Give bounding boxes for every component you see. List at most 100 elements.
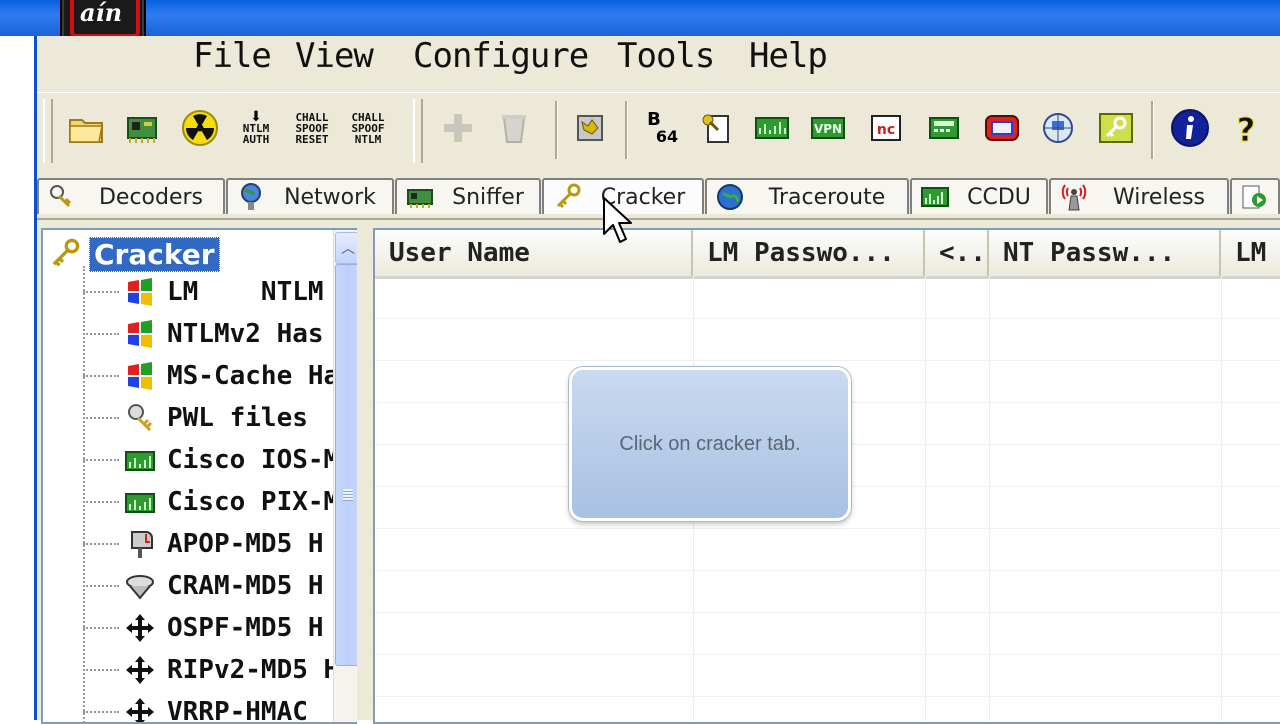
tree-item-ms-cache[interactable]: MS-Cache Ha: [83, 356, 339, 396]
toolbar-grip-2[interactable]: [413, 99, 423, 163]
add-button[interactable]: [435, 105, 481, 151]
menu-bar: File View Configure Tools Help: [37, 36, 1280, 88]
tree-item-ospf[interactable]: OSPF-MD5 H: [83, 608, 324, 648]
svg-text:nc: nc: [877, 122, 895, 138]
tree-item-apop[interactable]: APOP-MD5 H: [83, 524, 324, 564]
tree-item-label: Cisco IOS-MI: [167, 445, 355, 475]
graph-green-icon: [755, 117, 789, 139]
tree-item-cisco-pix[interactable]: Cisco PIX-MI: [83, 482, 355, 522]
grid-row-line: [375, 318, 1280, 319]
callout-text: Click on cracker tab.: [619, 432, 801, 455]
chall-reset-line2: SPOOF: [295, 121, 329, 135]
chall-ntlm-line3: NTLM: [354, 132, 382, 146]
rdp-button[interactable]: [979, 105, 1025, 151]
ntlm-auth-line2: AUTH: [242, 133, 270, 146]
tab-traceroute[interactable]: Traceroute: [705, 178, 909, 214]
tree-item-label: MS-Cache Ha: [167, 361, 340, 391]
tab-ccdu[interactable]: CCDU: [910, 178, 1048, 214]
network-card-icon: [127, 117, 157, 143]
scroll-up-button[interactable]: ︿: [335, 232, 357, 264]
start-sniffer-button[interactable]: [119, 105, 165, 151]
tree-item-label: CRAM-MD5 H: [167, 571, 324, 601]
radiation-icon: [182, 110, 218, 146]
globe-trace-icon: [713, 181, 747, 213]
tree-item-cram[interactable]: CRAM-MD5 H: [83, 566, 324, 606]
open-folder-button[interactable]: [63, 105, 109, 151]
grid-column-line: [989, 276, 990, 722]
hash-calculator-button[interactable]: [693, 105, 739, 151]
tab-sniffer[interactable]: Sniffer: [395, 178, 541, 214]
grid-row-line: [375, 696, 1280, 697]
grid-row-line: [375, 654, 1280, 655]
play-doc-icon: [1238, 181, 1270, 213]
windows-flag-icon: [123, 317, 157, 351]
scroll-thumb[interactable]: [335, 264, 357, 666]
question-icon: ?: [1236, 111, 1256, 149]
menu-configure[interactable]: Configure: [413, 36, 589, 76]
menu-help[interactable]: Help: [749, 36, 828, 76]
tree-item-ntlmv2[interactable]: NTLMv2 Has: [83, 314, 324, 354]
chall-spoof-ntlm-button[interactable]: CHALL SPOOF NTLM: [345, 105, 391, 151]
col-nt-password[interactable]: NT Passw...: [989, 230, 1221, 276]
graph-green-icon: [918, 181, 952, 213]
toolbar-separator: [555, 101, 558, 159]
col-user-name[interactable]: User Name: [375, 230, 693, 276]
network-tool-button[interactable]: [1035, 105, 1081, 151]
cisco-type7-button[interactable]: [749, 105, 795, 151]
remove-button[interactable]: [491, 105, 537, 151]
ntlm-auth-button[interactable]: ⬇ NTLM AUTH: [233, 105, 279, 151]
menu-view[interactable]: View: [295, 36, 374, 76]
tree-root[interactable]: Cracker: [47, 234, 220, 274]
grid-row-line: [375, 570, 1280, 571]
tree-item-pwl[interactable]: PWL files C: [83, 398, 355, 438]
apr-button[interactable]: [177, 105, 223, 151]
tab-network[interactable]: Network: [226, 178, 394, 214]
tree-item-label: RIPv2-MD5 H: [167, 655, 340, 685]
monitor-icon: [985, 115, 1019, 141]
tree-item-lm-ntlm[interactable]: LM NTLM H: [83, 272, 355, 312]
help-button[interactable]: ?: [1223, 105, 1269, 151]
vpn-button[interactable]: VPN: [805, 105, 851, 151]
col-lm-password[interactable]: LM Passwo...: [693, 230, 925, 276]
vpn-icon: VPN: [811, 117, 845, 139]
wordlist-button[interactable]: [567, 105, 613, 151]
password-decoder-button[interactable]: [1093, 105, 1139, 151]
chall-spoof-reset-button[interactable]: CHALL SPOOF RESET: [289, 105, 335, 151]
vnc-button[interactable]: nc: [863, 105, 909, 151]
tree-scrollbar[interactable]: ︿: [333, 230, 357, 722]
graph-green-icon: [123, 443, 157, 477]
recycle-bin-icon: [502, 115, 526, 143]
col-lm-hash[interactable]: LM: [1221, 230, 1280, 276]
move-arrows-icon: [123, 653, 157, 687]
b64-64: 64: [655, 127, 679, 146]
svg-text:?: ?: [1237, 111, 1256, 148]
tab-decoders[interactable]: Decoders: [37, 178, 225, 214]
menu-file[interactable]: File: [193, 36, 272, 76]
tree-item-vrrp[interactable]: VRRP-HMAC: [83, 692, 308, 722]
chip-icon: [577, 115, 603, 141]
col-lm-short[interactable]: <...: [925, 230, 989, 276]
antenna-icon: [1057, 181, 1091, 213]
menu-tools[interactable]: Tools: [617, 36, 715, 76]
key-icon: [550, 181, 584, 213]
toolbar-grip[interactable]: [43, 99, 53, 163]
toolbar-separator-2: [625, 101, 628, 159]
tab-more[interactable]: [1230, 178, 1280, 214]
tree-item-cisco-ios[interactable]: Cisco IOS-MI: [83, 440, 355, 480]
tab-wireless[interactable]: Wireless: [1049, 178, 1229, 214]
plus-icon: [444, 114, 472, 142]
calculator-button[interactable]: [921, 105, 967, 151]
category-tree: Cracker LM NTLM H NTLMv2 Has MS-Cache Ha…: [41, 228, 357, 724]
base64-button[interactable]: B 64: [637, 105, 683, 151]
tree-item-ripv2[interactable]: RIPv2-MD5 H: [83, 650, 339, 690]
globe-icon: [234, 181, 268, 213]
panel-splitter[interactable]: [357, 228, 371, 720]
about-button[interactable]: [1167, 105, 1213, 151]
computer-network-icon: [1043, 113, 1073, 143]
tree-item-label: LM NTLM H: [167, 277, 355, 307]
mailbox-icon: [123, 527, 157, 561]
chall-reset-line3: RESET: [295, 132, 329, 146]
calculator-icon: [929, 117, 959, 139]
key-ring-icon: [123, 401, 157, 435]
grid-row-line: [375, 360, 1280, 361]
